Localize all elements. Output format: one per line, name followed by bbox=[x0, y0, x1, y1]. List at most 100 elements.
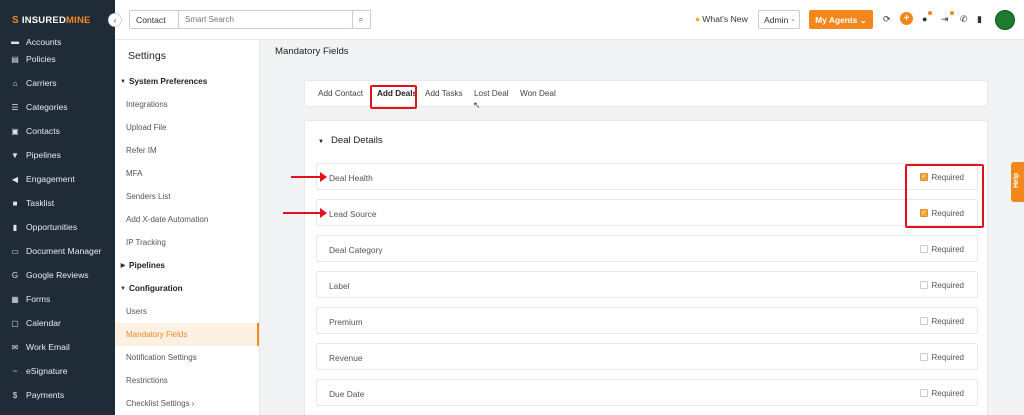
email-icon: ✉ bbox=[11, 342, 19, 352]
required-checkbox[interactable] bbox=[920, 245, 928, 253]
field-label: Deal Health bbox=[329, 173, 373, 183]
sidebar-item-label: Document Manager bbox=[26, 246, 102, 256]
bell-icon[interactable]: ● bbox=[922, 14, 927, 24]
section-label: Configuration bbox=[129, 284, 183, 293]
help-tab[interactable]: Help bbox=[1011, 162, 1024, 202]
sidebar-item-label: Opportunities bbox=[26, 222, 78, 232]
required-checkbox[interactable] bbox=[920, 281, 928, 289]
user-avatar[interactable] bbox=[995, 10, 1015, 30]
required-checkbox[interactable] bbox=[920, 389, 928, 397]
sidebar-item-label: Work Email bbox=[26, 342, 70, 352]
settings-item-mfa[interactable]: MFA bbox=[115, 162, 259, 185]
tab-won-deal[interactable]: Won Deal bbox=[520, 89, 556, 98]
settings-item-mandatory-fields[interactable]: Mandatory Fields bbox=[115, 323, 259, 346]
field-label: Revenue bbox=[329, 353, 363, 363]
page-title: Mandatory Fields bbox=[275, 46, 349, 57]
settings-item-checklist-settings[interactable]: Checklist Settings › bbox=[115, 392, 259, 415]
required-label: Required bbox=[931, 389, 964, 398]
section-label: System Preferences bbox=[129, 77, 208, 86]
settings-item-senders-list[interactable]: Senders List bbox=[115, 185, 259, 208]
sidebar: S INSURED MINE ▬ Accounts ▤ Policies ⌂ Carri… bbox=[0, 0, 115, 415]
search-icon: ⌕ bbox=[358, 14, 364, 24]
sidebar-item-label: Forms bbox=[26, 294, 51, 304]
sidebar-item-label: Pipelines bbox=[26, 150, 61, 160]
sidebar-item-label: eSignature bbox=[26, 366, 68, 376]
sidebar-item-engagement[interactable]: ◀ Engagement bbox=[0, 167, 115, 191]
required-label: Required bbox=[931, 245, 964, 254]
contacts-icon: ▣ bbox=[11, 126, 19, 136]
flame-icon: ● bbox=[695, 14, 701, 24]
sidebar-item-label: Carriers bbox=[26, 78, 57, 88]
settings-section-system-preferences[interactable]: ▼ System Preferences bbox=[115, 70, 259, 93]
sidebar-item-forms[interactable]: ▦ Forms bbox=[0, 287, 115, 311]
caret-down-icon: ▼ bbox=[120, 285, 126, 292]
opportunities-icon: ▮ bbox=[12, 222, 18, 232]
pipelines-icon: ▼ bbox=[11, 150, 19, 160]
clipboard-icon[interactable]: ▮ bbox=[977, 14, 982, 25]
tab-lost-deal[interactable]: Lost Deal bbox=[474, 89, 509, 98]
sidebar-item-label: Calendar bbox=[26, 318, 61, 328]
settings-item-ip-tracking[interactable]: IP Tracking bbox=[115, 231, 259, 254]
phone-icon[interactable]: ✆ bbox=[960, 14, 968, 25]
sidebar-item-opportunities[interactable]: ▮ Opportunities bbox=[0, 215, 115, 239]
settings-item-refer-im[interactable]: Refer IM bbox=[115, 139, 259, 162]
settings-panel: Settings ▼ System Preferences Integration… bbox=[115, 40, 260, 415]
smart-search-input[interactable] bbox=[178, 10, 353, 29]
required-label: Required bbox=[931, 353, 964, 362]
sidebar-item-accounts[interactable]: ▬ Accounts bbox=[0, 37, 115, 47]
settings-section-configuration[interactable]: ▼ Configuration bbox=[115, 277, 259, 300]
settings-item-upload-file[interactable]: Upload File bbox=[115, 116, 259, 139]
settings-title: Settings bbox=[128, 50, 166, 62]
settings-item-add-xdate-automation[interactable]: Add X-date Automation bbox=[115, 208, 259, 231]
field-label: Deal Category bbox=[329, 245, 383, 255]
whats-new-link[interactable]: ● What's New bbox=[695, 14, 748, 24]
engagement-icon: ◀ bbox=[11, 174, 19, 184]
folder-icon: ▭ bbox=[11, 246, 19, 256]
tab-add-contact[interactable]: Add Contact bbox=[318, 89, 363, 98]
sidebar-item-policies[interactable]: ▤ Policies bbox=[0, 47, 115, 71]
sidebar-item-esignature[interactable]: ~ eSignature bbox=[0, 359, 115, 383]
sidebar-item-categories[interactable]: ☰ Categories bbox=[0, 95, 115, 119]
settings-item-users[interactable]: Users bbox=[115, 300, 259, 323]
sidebar-item-contacts[interactable]: ▣ Contacts bbox=[0, 119, 115, 143]
refresh-icon[interactable]: ⟳ bbox=[883, 14, 891, 25]
search-button[interactable]: ⌕ bbox=[352, 10, 371, 29]
field-row-label: Label Required bbox=[316, 271, 978, 298]
settings-item-restrictions[interactable]: Restrictions bbox=[115, 369, 259, 392]
my-agents-button[interactable]: My Agents ⌄ bbox=[809, 10, 873, 29]
admin-select[interactable]: Admin ⌄ bbox=[758, 10, 800, 29]
tab-add-tasks[interactable]: Add Tasks bbox=[425, 89, 463, 98]
deal-details-header[interactable]: ▼ Deal Details bbox=[318, 135, 383, 146]
collapse-sidebar-button[interactable]: ‹ bbox=[108, 13, 122, 27]
help-label: Help bbox=[1013, 172, 1020, 188]
sidebar-item-google-reviews[interactable]: G Google Reviews bbox=[0, 263, 115, 287]
required-checkbox[interactable] bbox=[920, 353, 928, 361]
forms-icon: ▦ bbox=[11, 294, 19, 304]
field-row-revenue: Revenue Required bbox=[316, 343, 978, 370]
google-icon: G bbox=[11, 270, 19, 280]
logo-name-part2: MINE bbox=[66, 14, 91, 26]
sidebar-item-payments[interactable]: $ Payments bbox=[0, 383, 115, 407]
sidebar-item-label: Engagement bbox=[26, 174, 75, 184]
logo-name-part1: INSURED bbox=[21, 14, 67, 26]
sidebar-item-document-manager[interactable]: ▭ Document Manager bbox=[0, 239, 115, 263]
app-logo[interactable]: S INSURED MINE bbox=[0, 0, 115, 40]
sidebar-item-tasklist[interactable]: ■ Tasklist bbox=[0, 191, 115, 215]
exit-icon[interactable]: ⇥ bbox=[941, 14, 949, 25]
sidebar-item-calendar[interactable]: ▢ Calendar bbox=[0, 311, 115, 335]
required-label: Required bbox=[931, 281, 964, 290]
settings-item-integrations[interactable]: Integrations bbox=[115, 93, 259, 116]
settings-section-pipelines[interactable]: ▶ Pipelines bbox=[115, 254, 259, 277]
payments-icon: $ bbox=[12, 390, 18, 400]
sidebar-item-label: Contacts bbox=[26, 126, 60, 136]
field-row-due-date: Due Date Required bbox=[316, 379, 978, 406]
sidebar-item-pipelines[interactable]: ▼ Pipelines bbox=[0, 143, 115, 167]
sidebar-item-carriers[interactable]: ⌂ Carriers bbox=[0, 71, 115, 95]
add-icon[interactable]: + bbox=[900, 12, 913, 25]
annotation-arrow-icon bbox=[291, 172, 327, 182]
carriers-icon: ⌂ bbox=[12, 78, 18, 88]
tab-highlight-box bbox=[370, 85, 417, 109]
settings-item-notification-settings[interactable]: Notification Settings bbox=[115, 346, 259, 369]
required-checkbox[interactable] bbox=[920, 317, 928, 325]
sidebar-item-work-email[interactable]: ✉ Work Email bbox=[0, 335, 115, 359]
